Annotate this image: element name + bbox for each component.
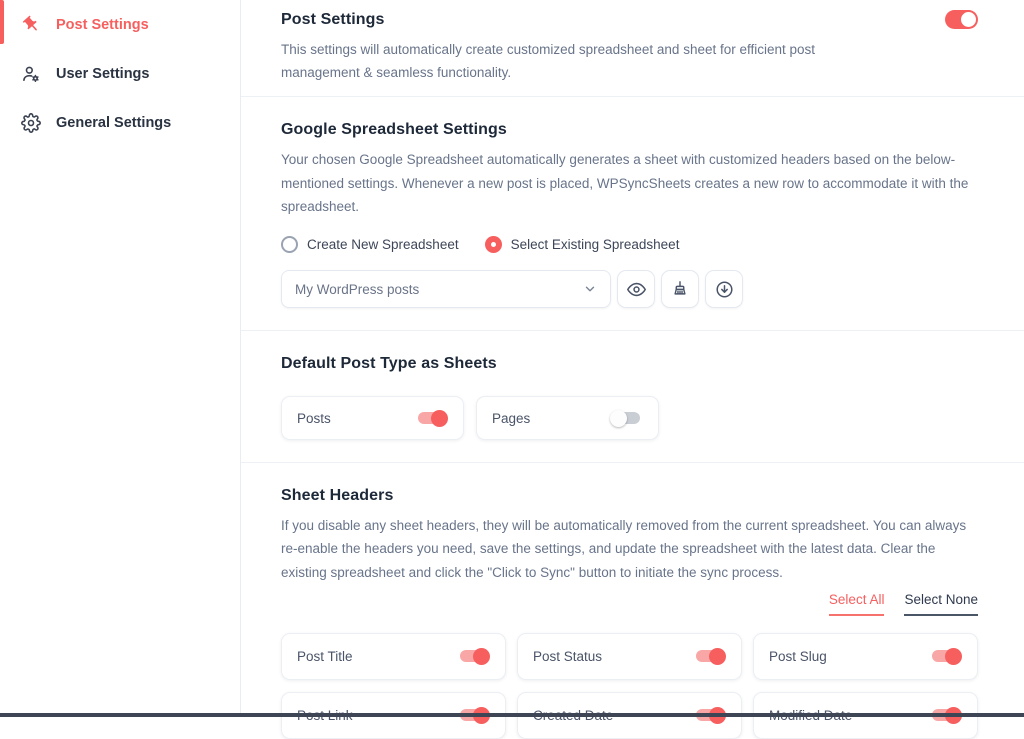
toggle-card-label: Post Title	[297, 649, 353, 664]
header-card-post-status: Post Status	[517, 633, 742, 680]
sidebar-item-label: User Settings	[56, 66, 149, 82]
select-none-link[interactable]: Select None	[904, 592, 978, 616]
sheet-headers-description: If you disable any sheet headers, they w…	[281, 514, 978, 584]
clear-spreadsheet-button[interactable]	[661, 270, 699, 308]
post-title-toggle[interactable]	[460, 650, 487, 662]
sidebar: Post Settings User Settings General Se	[0, 0, 240, 713]
download-spreadsheet-button[interactable]	[705, 270, 743, 308]
google-spreadsheet-section: Google Spreadsheet Settings Your chosen …	[241, 97, 1024, 331]
page-title: Post Settings	[281, 11, 385, 29]
radio-label: Create New Spreadsheet	[307, 237, 459, 252]
section-title: Google Spreadsheet Settings	[281, 121, 978, 139]
toggle-card-label: Pages	[492, 411, 530, 426]
radio-circle	[485, 236, 502, 253]
window-bottom-edge	[0, 713, 1024, 717]
default-post-type-section: Default Post Type as Sheets Posts Pages	[241, 331, 1024, 463]
select-all-link[interactable]: Select All	[829, 592, 885, 616]
selection-links: Select All Select None	[281, 592, 978, 616]
post-type-card-pages: Pages	[476, 396, 659, 440]
pages-toggle[interactable]	[613, 412, 640, 424]
chevron-down-icon	[583, 282, 597, 296]
sidebar-item-label: Post Settings	[56, 17, 149, 33]
post-status-toggle[interactable]	[696, 650, 723, 662]
broom-icon	[671, 280, 689, 298]
spreadsheet-select[interactable]: My WordPress posts	[281, 270, 611, 308]
posts-toggle[interactable]	[418, 412, 445, 424]
post-slug-toggle[interactable]	[932, 650, 959, 662]
gear-icon	[21, 113, 41, 133]
sidebar-item-user-settings[interactable]: User Settings	[0, 49, 240, 98]
sidebar-item-general-settings[interactable]: General Settings	[0, 98, 240, 147]
google-spreadsheet-description: Your chosen Google Spreadsheet automatic…	[281, 148, 971, 218]
radio-label: Select Existing Spreadsheet	[511, 237, 680, 252]
radio-select-existing-spreadsheet[interactable]: Select Existing Spreadsheet	[485, 236, 680, 253]
pushpin-icon	[21, 15, 41, 35]
header-card-post-slug: Post Slug	[753, 633, 978, 680]
section-title: Default Post Type as Sheets	[281, 355, 978, 373]
toggle-card-label: Post Slug	[769, 649, 827, 664]
post-settings-section: Post Settings This settings will automat…	[241, 0, 1024, 97]
eye-icon	[627, 280, 646, 299]
spreadsheet-select-value: My WordPress posts	[295, 282, 419, 297]
radio-circle	[281, 236, 298, 253]
spreadsheet-select-row: My WordPress posts	[281, 270, 978, 308]
post-settings-toggle[interactable]	[945, 10, 978, 29]
main-content: Post Settings This settings will automat…	[240, 0, 1024, 713]
sidebar-item-post-settings[interactable]: Post Settings	[0, 0, 240, 49]
user-gear-icon	[21, 64, 41, 84]
post-type-cards: Posts Pages	[281, 396, 978, 440]
toggle-card-label: Posts	[297, 411, 331, 426]
sheet-headers-grid: Post Title Post Status Post Slug Post Li…	[281, 633, 978, 739]
section-title: Sheet Headers	[281, 487, 978, 505]
toggle-card-label: Post Status	[533, 649, 602, 664]
download-icon	[715, 280, 734, 299]
settings-page: Post Settings User Settings General Se	[0, 0, 1024, 713]
sheet-headers-section: Sheet Headers If you disable any sheet h…	[241, 463, 1024, 739]
radio-create-new-spreadsheet[interactable]: Create New Spreadsheet	[281, 236, 459, 253]
view-spreadsheet-button[interactable]	[617, 270, 655, 308]
sidebar-item-label: General Settings	[56, 115, 171, 131]
post-type-card-posts: Posts	[281, 396, 464, 440]
spreadsheet-mode-radios: Create New Spreadsheet Select Existing S…	[281, 236, 978, 253]
post-settings-description: This settings will automatically create …	[281, 38, 866, 84]
header-card-post-title: Post Title	[281, 633, 506, 680]
